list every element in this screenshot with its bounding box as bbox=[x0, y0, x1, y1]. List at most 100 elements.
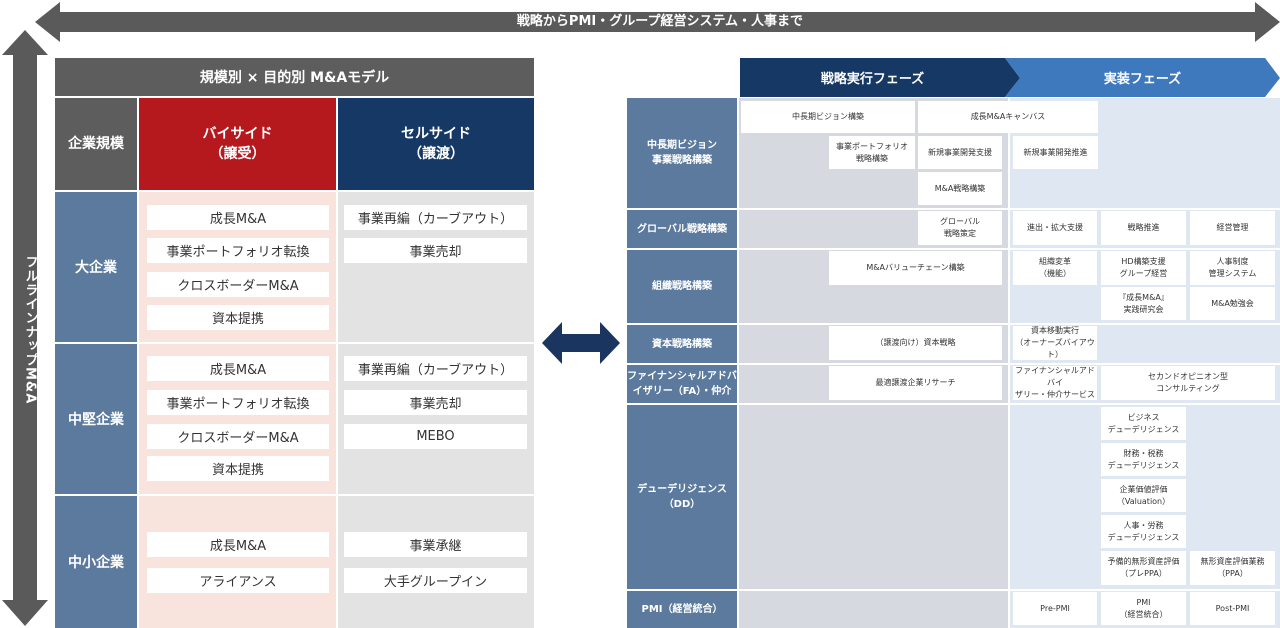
capital-move-box: 資本移動実行 （オーナーズバイアウト） bbox=[1013, 326, 1097, 360]
middle-double-arrow bbox=[542, 322, 620, 364]
row-mid: 中堅企業 bbox=[55, 344, 137, 494]
dd-hr-line-2: デューデリジェンス bbox=[1107, 532, 1180, 542]
fa-label-1: ファイナンシャルアドバ bbox=[627, 371, 737, 382]
org-change-box: 組織変革 （機能） bbox=[1013, 251, 1097, 285]
hr-system-box: 人事制度 管理システム bbox=[1190, 251, 1275, 285]
row-small: 中小企業 bbox=[55, 496, 137, 628]
fa-label-2: イザリー（FA）・仲介 bbox=[632, 386, 732, 397]
large-sell-item: 事業再編（カーブアウト） bbox=[344, 205, 527, 230]
large-buy-item: 事業ポートフォリオ転換 bbox=[147, 238, 329, 263]
process-row-dd: デューデリジェンス （DD） bbox=[627, 405, 737, 589]
vision-label-1: 中長期ビジョン bbox=[647, 140, 717, 151]
buy-side-title: バイサイド bbox=[202, 126, 273, 142]
pmi-line-1: PMI bbox=[1136, 597, 1151, 607]
row-divider bbox=[739, 208, 1280, 210]
hd-line-1: HD構築支援 bbox=[1121, 257, 1166, 266]
header-sell-side: セルサイド （譲渡） bbox=[338, 98, 534, 190]
hr-line-2: 管理システム bbox=[1208, 269, 1257, 278]
process-row-pmi: PMI（経営統合） bbox=[627, 591, 737, 628]
mid-buy-item: 事業ポートフォリオ転換 bbox=[147, 390, 329, 415]
preppa-line-2: （プレPPA） bbox=[1120, 569, 1167, 578]
hr-line-1: 人事制度 bbox=[1216, 257, 1249, 266]
pmi-line-2: （経営統合） bbox=[1119, 609, 1168, 619]
phase-strategy: 戦略実行フェーズ bbox=[820, 72, 925, 87]
header-scale-text: 企業規模 bbox=[68, 136, 124, 152]
dd-business-box: ビジネス デューデリジェンス bbox=[1101, 407, 1186, 440]
mid-sell-item: 事業売却 bbox=[344, 390, 527, 415]
buy-side-sub: （譲受） bbox=[209, 146, 266, 162]
large-buy-item: 資本提携 bbox=[147, 305, 329, 330]
study-group-box: 『成長M&A』 実践研究会 bbox=[1101, 287, 1186, 320]
capital-strategy-box: （譲渡向け）資本戦略 bbox=[829, 326, 1002, 360]
row-divider bbox=[739, 323, 1280, 325]
org-change-line-2: （機能） bbox=[1039, 269, 1071, 278]
process-row-global: グローバル戦略構築 bbox=[627, 210, 737, 248]
sell-side-title: セルサイド bbox=[401, 126, 471, 142]
vision-label-2: 事業戦略構築 bbox=[652, 155, 712, 166]
large-buy-item: 成長M&A bbox=[147, 205, 329, 230]
preppa-line-1: 予備的無形資産評価 bbox=[1107, 557, 1180, 566]
dd-hr-line-1: 人事・労務 bbox=[1123, 520, 1164, 530]
capital-move-line-2: （オーナーズバイアウト） bbox=[1015, 338, 1095, 359]
second-line-2: コンサルティング bbox=[1156, 384, 1220, 393]
small-sell-item: 大手グループイン bbox=[344, 568, 527, 593]
dd-biz-line-2: デューデリジェンス bbox=[1107, 424, 1180, 434]
mid-sell-item: MEBO bbox=[344, 424, 527, 449]
pmi-box: PMI （経営統合） bbox=[1101, 592, 1186, 625]
growth-canvas-box: 成長M&Aキャンバス bbox=[918, 101, 1098, 133]
study-line-1: 『成長M&A』 bbox=[1118, 292, 1169, 302]
global-line-2: 戦略策定 bbox=[944, 229, 976, 238]
global-line-1: グローバル bbox=[940, 217, 980, 226]
large-buy-item: クロスボーダーM&A bbox=[147, 272, 329, 297]
mid-buy-item: 成長M&A bbox=[147, 356, 329, 381]
row-divider bbox=[739, 589, 1280, 591]
portfolio-line-2: 戦略構築 bbox=[856, 153, 888, 163]
dd-biz-line-1: ビジネス bbox=[1127, 412, 1160, 422]
dd-fin-line-1: 財務・税務 bbox=[1123, 448, 1164, 458]
top-arrow-label: 戦略からPMI・グループ経営システム・人事まで bbox=[516, 14, 804, 29]
new-biz-support-box: 新規事業開発支援 bbox=[918, 136, 1002, 169]
small-buy-item: アライアンス bbox=[147, 568, 329, 593]
mid-buy-item: 資本提携 bbox=[147, 456, 329, 481]
org-change-line-1: 組織変革 bbox=[1039, 257, 1071, 266]
vision-plan-box: 中長期ビジョン構築 bbox=[741, 101, 915, 133]
dd-ppa-box: 無形資産評価業務 （PPA） bbox=[1190, 551, 1275, 585]
fa-service-line-2: ザリー・仲介サービス bbox=[1015, 390, 1095, 399]
dd-val-line-1: 企業価値評価 bbox=[1119, 484, 1168, 494]
row-divider bbox=[739, 248, 1280, 250]
ppa-line-1: 無形資産評価業務 bbox=[1200, 557, 1265, 566]
study-line-2: 実践研究会 bbox=[1123, 304, 1164, 314]
left-arrow-label: フルラインナップM&A bbox=[22, 255, 38, 405]
sell-side-sub: （譲渡） bbox=[408, 146, 464, 162]
dd-finance-box: 財務・税務 デューデリジェンス bbox=[1101, 443, 1186, 476]
research-box: 最適譲渡企業リサーチ bbox=[829, 366, 1002, 400]
study-meeting-box: M&A勉強会 bbox=[1190, 287, 1275, 320]
mid-sell-item: 事業再編（カーブアウト） bbox=[344, 356, 527, 381]
dd-hr-box: 人事・労務 デューデリジェンス bbox=[1101, 515, 1186, 548]
small-buy-cell bbox=[139, 496, 336, 628]
hd-support-box: HD構築支援 グループ経営 bbox=[1101, 251, 1186, 285]
model-title: 規模別 × 目的別 M&Aモデル bbox=[55, 58, 534, 96]
expansion-box: 進出・拡大支援 bbox=[1013, 211, 1097, 245]
fa-service-line-1: ファイナンシャルアドバイ bbox=[1015, 366, 1095, 387]
strategy-promote-box: 戦略推進 bbox=[1101, 211, 1186, 245]
fa-service-box: ファイナンシャルアドバイ ザリー・仲介サービス bbox=[1013, 366, 1097, 400]
ma-strategy-box: M&A戦略構築 bbox=[918, 172, 1002, 205]
second-line-1: セカンドオピニオン型 bbox=[1148, 372, 1228, 381]
process-row-vision: 中長期ビジョン 事業戦略構築 bbox=[627, 98, 737, 208]
post-pmi-box: Post-PMI bbox=[1190, 592, 1275, 625]
dd-val-line-2: （Valuation） bbox=[1116, 496, 1171, 506]
process-row-capital: 資本戦略構築 bbox=[627, 325, 737, 363]
pre-pmi-box: Pre-PMI bbox=[1013, 592, 1097, 625]
row-divider bbox=[739, 363, 1280, 365]
management-box: 経営管理 bbox=[1190, 211, 1275, 245]
small-sell-item: 事業承継 bbox=[344, 532, 527, 557]
header-buy-side: バイサイド （譲受） bbox=[139, 98, 336, 190]
ppa-line-2: （PPA） bbox=[1217, 569, 1248, 578]
large-sell-item: 事業売却 bbox=[344, 238, 527, 263]
dd-label-1: デューデリジェンス bbox=[637, 484, 727, 495]
dd-valuation-box: 企業価値評価 （Valuation） bbox=[1101, 479, 1186, 512]
row-large: 大企業 bbox=[55, 192, 137, 342]
row-divider bbox=[739, 403, 1280, 405]
capital-move-line-1: 資本移動実行 bbox=[1031, 326, 1079, 335]
